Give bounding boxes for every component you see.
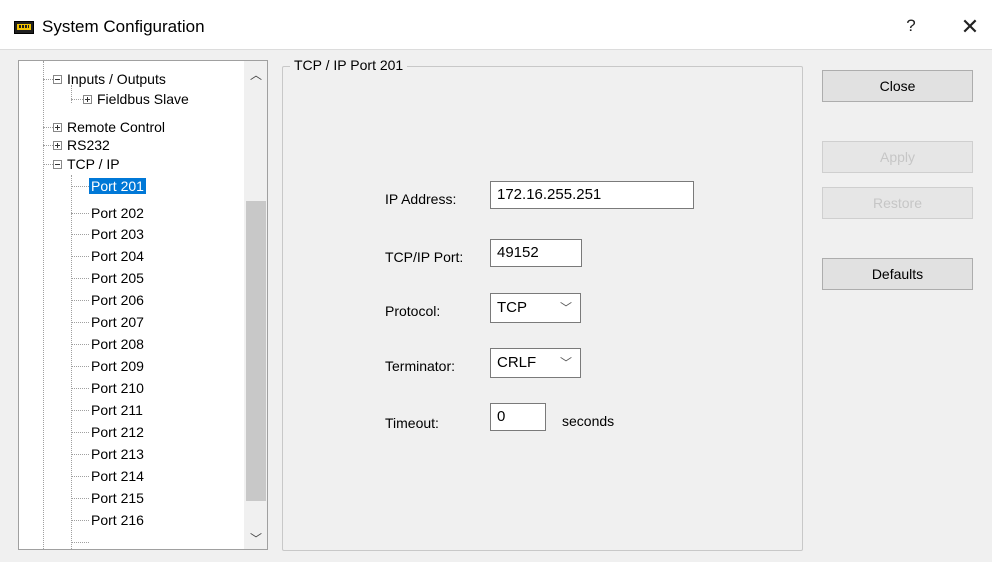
tcp-ip-port-field[interactable]: 49152 bbox=[490, 239, 582, 267]
tree-item-label: Port 203 bbox=[91, 226, 144, 242]
window-title: System Configuration bbox=[42, 17, 205, 36]
protocol-value: TCP bbox=[497, 299, 527, 316]
scroll-up-icon[interactable]: ︿ bbox=[244, 65, 267, 85]
tree-item-tcp-ip[interactable]: TCP / IP bbox=[53, 154, 122, 174]
terminator-value: CRLF bbox=[497, 354, 537, 371]
tree-scrollbar[interactable]: ︿ ﹀ bbox=[244, 61, 267, 549]
config-tree[interactable]: Inputs / Outputs Fieldbus Slave Remote C… bbox=[18, 60, 268, 550]
tree-item-port-210[interactable]: Port 210 bbox=[89, 378, 146, 398]
help-button[interactable]: ? bbox=[899, 16, 923, 40]
tree-item-label: Port 207 bbox=[91, 314, 144, 330]
collapse-icon[interactable] bbox=[53, 74, 62, 84]
tree-item-port-208[interactable]: Port 208 bbox=[89, 334, 146, 354]
tree-item-port-201[interactable]: Port 201 bbox=[89, 176, 146, 196]
scroll-down-icon[interactable]: ﹀ bbox=[244, 529, 267, 549]
tree-item-label: Port 211 bbox=[91, 402, 143, 418]
scrollbar-thumb[interactable] bbox=[246, 201, 266, 501]
tree-item-port-214[interactable]: Port 214 bbox=[89, 466, 146, 486]
restore-button[interactable]: Restore bbox=[822, 187, 973, 219]
timeout-unit: seconds bbox=[562, 413, 615, 429]
tree-item-label: TCP / IP bbox=[67, 156, 120, 172]
tree-item-label: Port 206 bbox=[91, 292, 144, 308]
tree-item-inputs-outputs[interactable]: Inputs / Outputs bbox=[53, 69, 168, 89]
tree-item-label: Port 213 bbox=[91, 446, 144, 462]
protocol-label: Protocol: bbox=[385, 303, 441, 319]
group-title: TCP / IP Port 201 bbox=[290, 57, 408, 73]
tree-item-label: Port 208 bbox=[91, 336, 144, 352]
app-icon bbox=[14, 21, 34, 34]
tree-item-port-211[interactable]: Port 211 bbox=[89, 400, 145, 420]
tree-item-label: Port 216 bbox=[91, 512, 144, 528]
tree-item-label: Port 214 bbox=[91, 468, 144, 484]
terminator-label: Terminator: bbox=[385, 358, 456, 374]
chevron-down-icon: ﹀ bbox=[559, 356, 572, 370]
tree-item-port-206[interactable]: Port 206 bbox=[89, 290, 146, 310]
terminator-dropdown[interactable]: CRLF ﹀ bbox=[490, 348, 581, 378]
title-bar: System Configuration ? ✕ bbox=[0, 0, 992, 50]
protocol-dropdown[interactable]: TCP ﹀ bbox=[490, 293, 581, 323]
tree-item-port-212[interactable]: Port 212 bbox=[89, 422, 146, 442]
tree-item-label: Port 215 bbox=[91, 490, 144, 506]
tree-item-label: Port 209 bbox=[91, 358, 144, 374]
tree-item-label: Remote Control bbox=[67, 119, 166, 135]
apply-button[interactable]: Apply bbox=[822, 141, 973, 173]
tree-item-label: Inputs / Outputs bbox=[67, 71, 166, 87]
tree-item-rs232[interactable]: RS232 bbox=[53, 135, 112, 155]
ip-address-label: IP Address: bbox=[385, 191, 457, 207]
tree-item-port-213[interactable]: Port 213 bbox=[89, 444, 146, 464]
tree-item-port-202[interactable]: Port 202 bbox=[89, 203, 146, 223]
tree-item-port-215[interactable]: Port 215 bbox=[89, 488, 146, 508]
tree-item-label: Port 201 bbox=[89, 178, 146, 194]
tree-item-label: Port 212 bbox=[91, 424, 144, 440]
timeout-label: Timeout: bbox=[385, 415, 439, 431]
tree-item-port-204[interactable]: Port 204 bbox=[89, 246, 146, 266]
defaults-button[interactable]: Defaults bbox=[822, 258, 973, 290]
expand-icon[interactable] bbox=[53, 140, 62, 150]
tcp-ip-port-label: TCP/IP Port: bbox=[385, 249, 464, 265]
tree-item-label: RS232 bbox=[67, 137, 110, 153]
collapse-icon[interactable] bbox=[53, 159, 62, 169]
tree-item-label: Port 204 bbox=[91, 248, 144, 264]
chevron-down-icon: ﹀ bbox=[559, 301, 572, 315]
tree-item-remote-control[interactable]: Remote Control bbox=[53, 117, 167, 137]
tree-item-port-209[interactable]: Port 209 bbox=[89, 356, 146, 376]
expand-icon[interactable] bbox=[53, 122, 62, 132]
tree-item-label: Fieldbus Slave bbox=[97, 91, 189, 107]
tree-item-port-216[interactable]: Port 216 bbox=[89, 510, 146, 530]
ip-address-field[interactable]: 172.16.255.251 bbox=[490, 181, 694, 209]
tree-item-port-207[interactable]: Port 207 bbox=[89, 312, 146, 332]
tree-item-fieldbus-slave[interactable]: Fieldbus Slave bbox=[83, 89, 191, 109]
tree-item-port-203[interactable]: Port 203 bbox=[89, 224, 146, 244]
tree-item-label: Port 210 bbox=[91, 380, 144, 396]
tree-item-port-205[interactable]: Port 205 bbox=[89, 268, 146, 288]
timeout-field[interactable]: 0 bbox=[490, 403, 546, 431]
close-button[interactable]: Close bbox=[822, 70, 973, 102]
tree-item-label: Port 205 bbox=[91, 270, 144, 286]
expand-icon[interactable] bbox=[83, 94, 92, 104]
close-window-button[interactable]: ✕ bbox=[957, 14, 983, 40]
tree-item-label: Port 202 bbox=[91, 205, 144, 221]
